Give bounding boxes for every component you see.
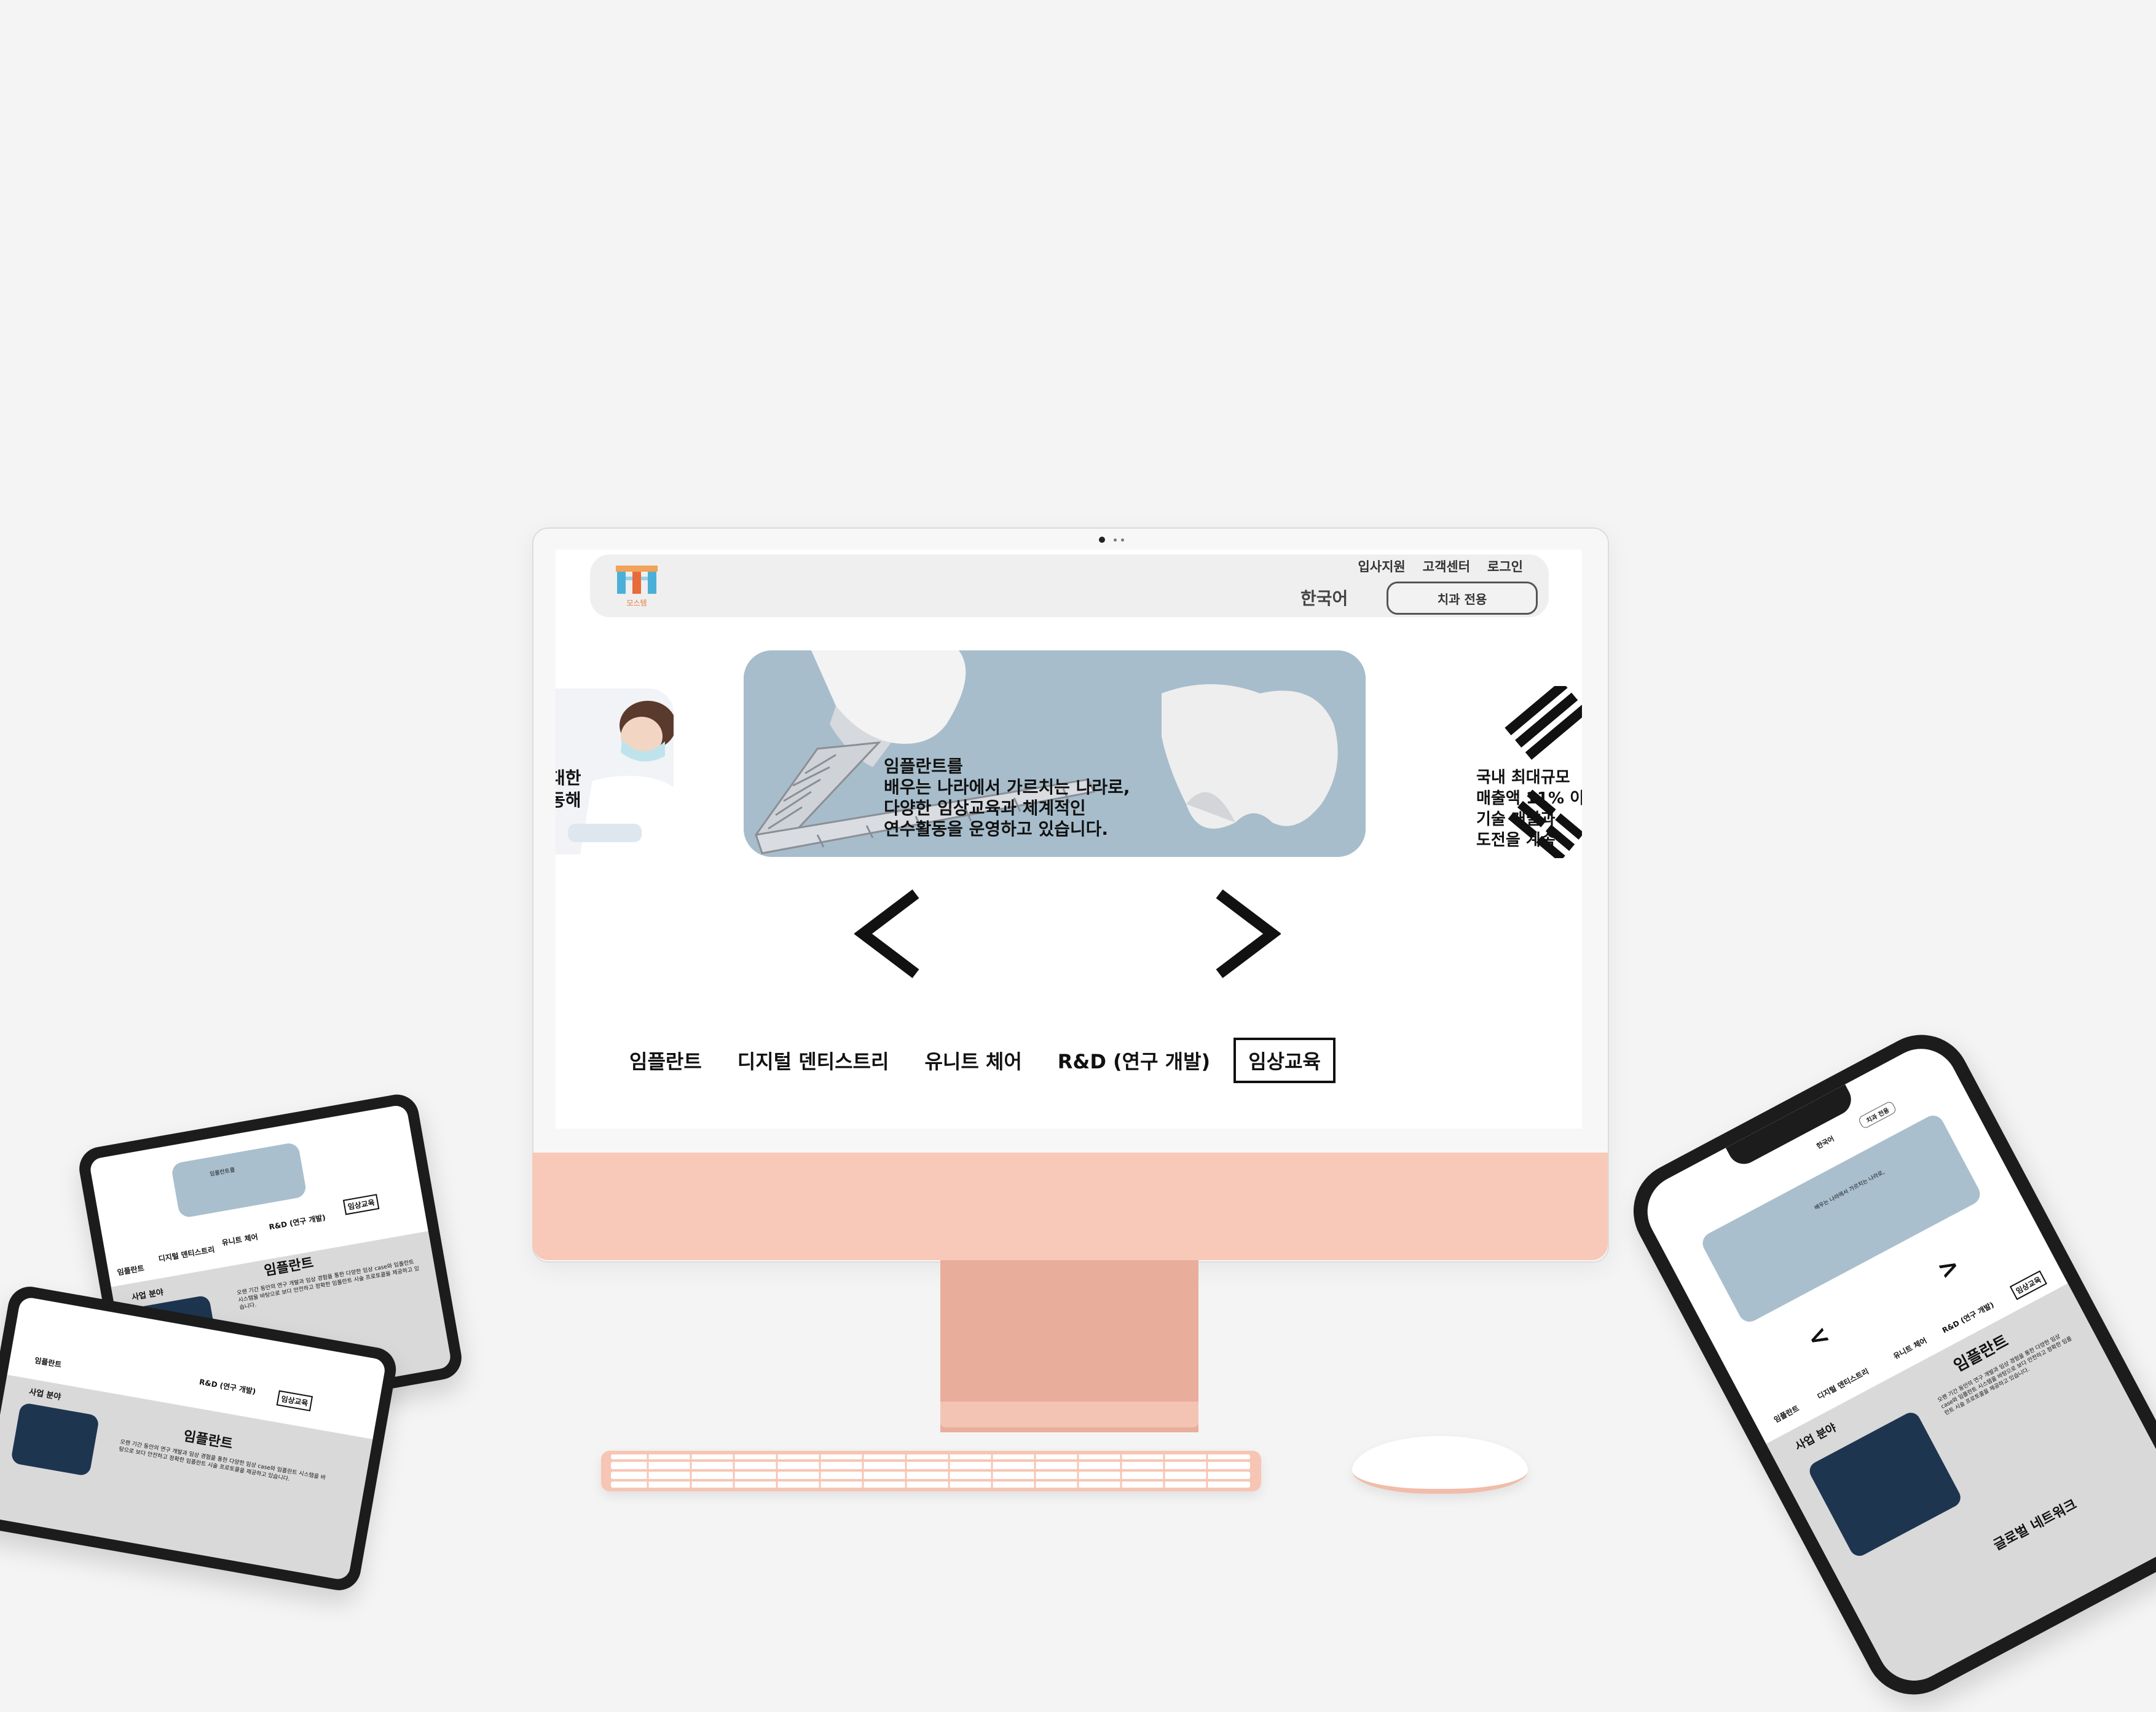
carousel-next-arrow-icon[interactable] [1213,888,1281,980]
tablet-tab-education[interactable]: 임상교육 [342,1194,380,1215]
dental-only-button[interactable]: 치과 전용 [1387,582,1538,615]
tablet-tab-chair[interactable]: 유니트 체어 [221,1231,259,1248]
carousel-next-text: 국내 최대규모 매출액 11% 이 기술 개발과 도전을 계속 [1476,768,1582,850]
website-screen: 모스템 입사지원 고객센터 로그인 한국어 치과 전용 대한 동해 임플란트를 … [556,550,1582,1129]
phone-tab-education[interactable]: 임상교육 [2009,1270,2048,1300]
tab-implant[interactable]: 임플란트 [617,1040,714,1081]
tab-digital-dentistry[interactable]: 디지털 덴티스트리 [725,1040,902,1081]
mouse [1352,1436,1528,1494]
tablet-tab-rnd[interactable]: R&D (연구 개발) [268,1212,326,1232]
phone: 한국어 치과 전용 배우는 나라에서 가르치는 나라로, < > 임플란트 디지… [1616,1017,2156,1712]
carousel-prev-text: 대한 동해 [556,768,581,810]
language-selector[interactable]: 한국어 [1300,585,1348,610]
util-link-support[interactable]: 고객센터 [1423,557,1470,575]
phone-next-arrow-icon[interactable]: > [1933,1251,1964,1285]
phone-cta-button[interactable]: 치과 전용 [1857,1100,1898,1130]
phone-lang-label[interactable]: 한국어 [1815,1134,1836,1151]
tab-unit-chair[interactable]: 유니트 체어 [912,1040,1034,1081]
tablet-back-tab-education[interactable]: 임상교육 [276,1390,313,1411]
business-tab-bar: 임플란트 디지털 덴티스트리 유니트 체어 R&D (연구 개발) 임상교육 [617,1038,1347,1083]
phone-tab-chair[interactable]: 유니트 체어 [1891,1335,1928,1362]
tablet-back-tab-implant[interactable]: 임플란트 [34,1355,62,1370]
phone-notch [1725,1084,1857,1170]
imac-chin [532,1153,1608,1260]
camera-dot [1099,537,1105,543]
keyboard-keys [611,1454,1250,1488]
phone-screen: 한국어 치과 전용 배우는 나라에서 가르치는 나라로, < > 임플란트 디지… [1634,1036,2156,1694]
tablet-back-tab-rnd[interactable]: R&D (연구 개발) [199,1376,257,1397]
phone-prev-arrow-icon[interactable]: < [1803,1320,1834,1354]
util-link-apply[interactable]: 입사지원 [1358,557,1405,575]
phone-tab-implant[interactable]: 임플란트 [1772,1403,1801,1425]
imac-stand-base [940,1402,1198,1427]
tablet-implant-photo [170,1142,307,1219]
util-link-login[interactable]: 로그인 [1487,557,1523,575]
tablet-tab-digital[interactable]: 디지털 덴티스트리 [158,1244,216,1264]
camera-indicator [1121,538,1124,542]
keyboard [601,1451,1261,1491]
tablet-back-screen: 임플란트 R&D (연구 개발) 임상교육 사업 분야 임플란트 오랜 기간 동… [0,1296,387,1581]
utility-nav: 입사지원 고객센터 로그인 [1358,557,1523,575]
tab-clinical-education[interactable]: 임상교육 [1233,1038,1336,1083]
carousel-current-text: 임플란트를 배우는 나라에서 가르치는 나라로, 다양한 임상교육과 체계적인 … [884,756,1130,839]
camera-indicator [1114,538,1117,542]
tab-rnd[interactable]: R&D (연구 개발) [1045,1040,1222,1081]
logo-text: 모스템 [626,599,647,607]
site-header: 모스템 입사지원 고객센터 로그인 한국어 치과 전용 [590,554,1549,617]
tablet-tab-implant[interactable]: 임플란트 [116,1263,145,1277]
carousel-prev-arrow-icon[interactable] [854,888,922,980]
